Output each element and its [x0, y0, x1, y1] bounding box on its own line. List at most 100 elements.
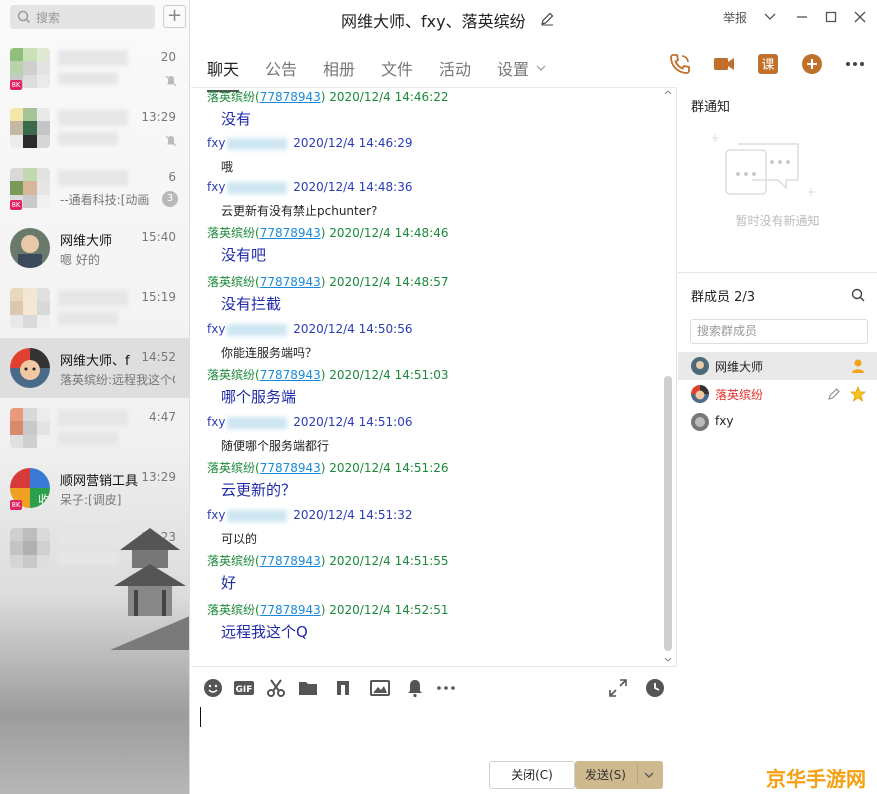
redacted-name	[58, 110, 128, 126]
send-split-divider	[637, 765, 638, 785]
conversation-item[interactable]: 4:47	[0, 398, 189, 458]
close-icon[interactable]	[851, 8, 869, 26]
message-text: 随便哪个服务端都行	[221, 439, 330, 453]
title-bar: 网维大师、fxy、落英缤纷 举报	[191, 0, 877, 36]
sender-name[interactable]: 落英缤纷(	[207, 226, 260, 240]
image-icon[interactable]	[369, 677, 391, 699]
mute-bell-icon	[165, 75, 177, 87]
sender-name[interactable]: fxy	[207, 508, 225, 522]
sender-qq-link[interactable]: 77878943	[260, 226, 321, 240]
history-clock-icon[interactable]	[644, 677, 666, 699]
member-item[interactable]: 网维大师	[678, 352, 877, 380]
message-time: 2020/12/4 14:50:56	[289, 322, 413, 336]
send-options-chevron-icon[interactable]	[643, 770, 655, 780]
edit-title-icon[interactable]	[540, 11, 555, 26]
report-link[interactable]: 举报	[723, 9, 747, 26]
svg-text:课: 课	[761, 58, 774, 73]
conversation-item[interactable]: 网维大师嗯 好的 15:40	[0, 218, 189, 278]
message-list[interactable]: 落英缤纷(77878943) 2020/12/4 14:46:22 没有 fxy 2…	[191, 88, 677, 666]
notice-empty-text: 暂时没有新通知	[735, 214, 820, 228]
conversation-item[interactable]: 收顺网营销工具 呆子:[调皮] 13:29 8K	[0, 458, 189, 518]
member-item[interactable]: fxy	[678, 408, 877, 436]
message-header: fxy 2020/12/4 14:48:36	[207, 180, 413, 194]
tab-settings[interactable]: 设置	[497, 56, 529, 80]
redacted-sender-id	[227, 509, 288, 522]
member-avatar	[691, 357, 709, 375]
course-icon[interactable]: 课	[756, 52, 780, 76]
conversation-item[interactable]: 20 8K	[0, 38, 189, 98]
expand-icon[interactable]	[607, 677, 629, 699]
sender-qq-link[interactable]: 77878943	[260, 90, 321, 104]
message-header: 落英缤纷(77878943) 2020/12/4 14:52:51	[207, 601, 449, 618]
conversation-item[interactable]: 13:29	[0, 98, 189, 158]
sender-qq-link[interactable]: 77878943	[260, 554, 321, 568]
sender-name[interactable]: 落英缤纷(	[207, 275, 260, 289]
folder-icon[interactable]	[297, 677, 319, 699]
message-header: fxy 2020/12/4 14:51:06	[207, 415, 413, 429]
sender-qq-link[interactable]: 77878943	[260, 461, 321, 475]
tab-chat[interactable]: 聊天	[207, 56, 240, 92]
conversation-time: 13:29	[141, 110, 176, 124]
search-input[interactable]: 搜索	[10, 5, 155, 29]
message-header: 落英缤纷(77878943) 2020/12/4 14:46:22	[207, 88, 449, 105]
send-button[interactable]: 发送(S)	[575, 761, 663, 789]
phone-icon[interactable]	[668, 52, 692, 76]
more-tools-icon[interactable]	[435, 677, 457, 699]
tab-album[interactable]: 相册	[323, 56, 355, 80]
message-header: 落英缤纷(77878943) 2020/12/4 14:48:57	[207, 273, 449, 290]
sender-name[interactable]: 落英缤纷(	[207, 554, 260, 568]
chevron-down-icon[interactable]	[761, 8, 779, 26]
member-search-input[interactable]: 搜索群成员	[690, 319, 868, 344]
sender-name[interactable]: fxy	[207, 180, 225, 194]
more-icon[interactable]	[843, 52, 867, 76]
conversation-name: 网维大师、f	[60, 354, 130, 369]
add-app-icon[interactable]	[800, 52, 824, 76]
sender-name[interactable]: 落英缤纷(	[207, 368, 260, 382]
music-icon[interactable]	[332, 677, 354, 699]
gif-icon[interactable]: GIF	[233, 677, 255, 699]
scroll-up-icon[interactable]	[663, 88, 673, 98]
member-item[interactable]: 落英缤纷	[678, 380, 877, 408]
video-icon[interactable]	[712, 52, 736, 76]
sender-qq-link[interactable]: 77878943	[260, 275, 321, 289]
svg-text:收: 收	[38, 493, 50, 507]
conversation-item[interactable]: --通看科技:[动画 6 8K 3	[0, 158, 189, 218]
tab-files[interactable]: 文件	[381, 56, 413, 80]
bell-icon[interactable]	[404, 677, 426, 699]
member-name: 网维大师	[715, 360, 764, 374]
sender-qq-link[interactable]: 77878943	[260, 368, 321, 382]
member-name: 落英缤纷	[715, 388, 764, 402]
close-button[interactable]: 关闭(C)	[489, 761, 575, 789]
minimize-icon[interactable]	[793, 8, 811, 26]
search-placeholder: 搜索	[36, 10, 61, 25]
send-label: 发送(S)	[585, 768, 626, 782]
message-header: 落英缤纷(77878943) 2020/12/4 14:48:46	[207, 224, 449, 241]
redacted-name	[58, 410, 128, 426]
sender-name[interactable]: 落英缤纷(	[207, 90, 260, 104]
search-icon	[17, 10, 31, 24]
member-search-icon[interactable]	[850, 287, 866, 303]
add-button[interactable]: +	[163, 5, 186, 28]
sender-name[interactable]: 落英缤纷(	[207, 603, 260, 617]
redacted-name	[58, 50, 128, 66]
scrollbar-thumb[interactable]	[664, 376, 672, 651]
edit-card-icon[interactable]	[827, 387, 841, 401]
conversation-preview: 嗯 好的	[60, 253, 100, 267]
maximize-icon[interactable]	[822, 8, 840, 26]
tab-announcement[interactable]: 公告	[265, 56, 297, 80]
sender-name[interactable]: fxy	[207, 415, 225, 429]
sender-qq-link[interactable]: 77878943	[260, 603, 321, 617]
sender-name[interactable]: fxy	[207, 322, 225, 336]
emoji-icon[interactable]	[202, 677, 224, 699]
scroll-down-icon[interactable]	[663, 654, 673, 664]
sender-name[interactable]: 落英缤纷(	[207, 461, 260, 475]
members-section: 群成员 2/3 搜索群成员 网维大师 落英缤纷 fxy	[678, 272, 877, 431]
conversation-name: 网维大师	[60, 234, 113, 249]
conversation-item[interactable]: 15:19	[0, 278, 189, 338]
text-caret[interactable]	[200, 707, 201, 727]
tab-activity[interactable]: 活动	[439, 56, 471, 80]
svg-text:+: +	[806, 185, 816, 199]
sender-name[interactable]: fxy	[207, 136, 225, 150]
conversation-item[interactable]: 网维大师、f 落英缤纷:远程我这个Q 14:52	[0, 338, 189, 398]
scissors-icon[interactable]	[265, 677, 287, 699]
